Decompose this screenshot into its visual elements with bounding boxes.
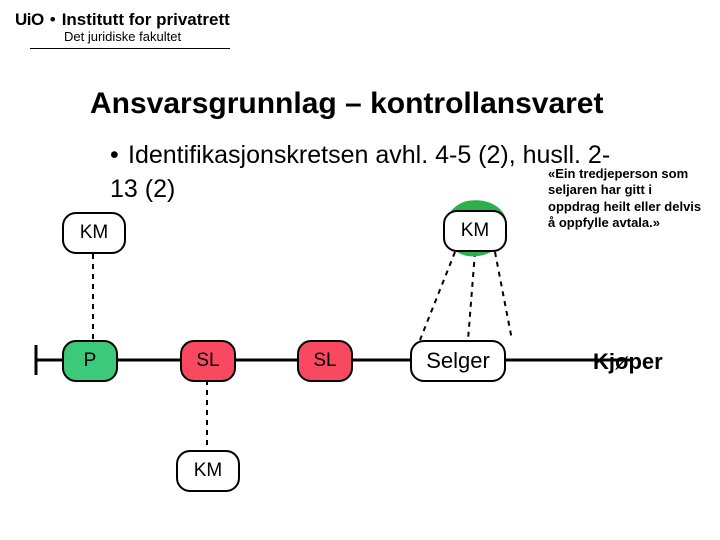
faculty-name: Det juridiske fakultet <box>64 29 720 44</box>
node-km-top-right: KM <box>443 210 507 252</box>
bullet-dot-icon: • <box>110 139 128 173</box>
node-km-bottom: KM <box>176 450 240 492</box>
node-selger: Selger <box>410 340 506 382</box>
logo-separator: • <box>50 10 56 30</box>
node-sl-1: SL <box>180 340 236 382</box>
institute-name: Institutt for privatrett <box>62 10 230 30</box>
node-sl-2: SL <box>297 340 353 382</box>
quote-text: «Ein tredjeperson som seljaren har gitt … <box>548 166 703 231</box>
bullet-text: Identifikasjonskretsen avhl. 4-5 (2), hu… <box>110 141 610 203</box>
slide-title: Ansvarsgrunnlag – kontrollansvaret <box>90 87 720 121</box>
node-kjoper: Kjøper <box>593 349 663 375</box>
header: UiO • Institutt for privatrett Det jurid… <box>0 0 720 49</box>
diagram-lines <box>0 0 720 540</box>
header-divider <box>30 48 230 49</box>
node-p: P <box>62 340 118 382</box>
uio-logo-text: UiO <box>15 10 44 30</box>
diagram: KM KM P SL SL Selger Kjøper KM <box>0 0 720 540</box>
node-km-top-left: KM <box>62 212 126 254</box>
